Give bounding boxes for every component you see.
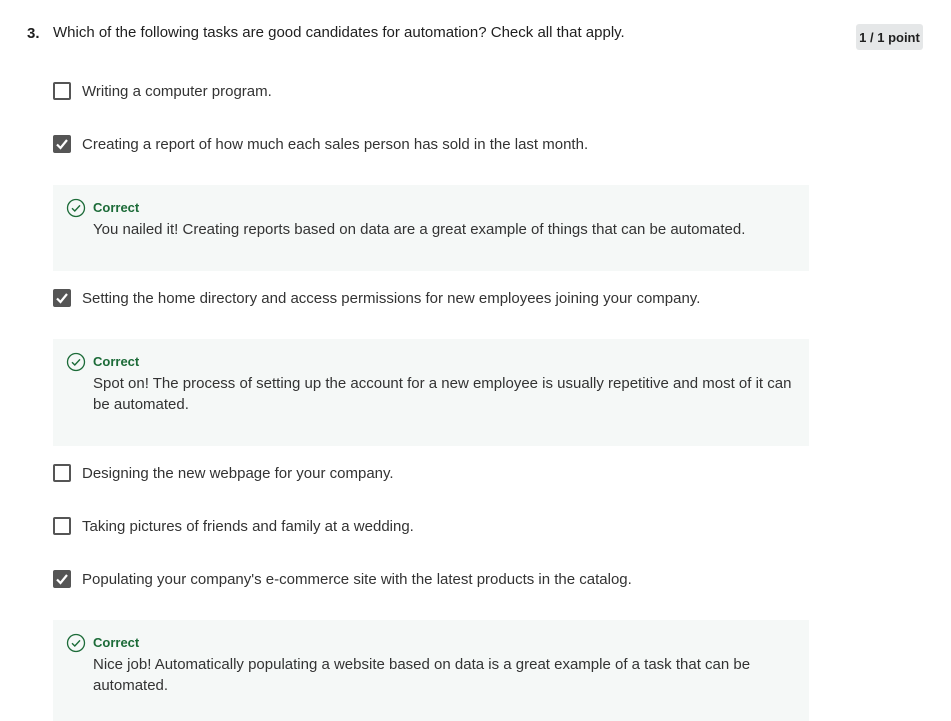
checkbox[interactable] (53, 464, 71, 482)
question-number: 3. (27, 25, 40, 42)
option-label: Populating your company's e-commerce sit… (82, 570, 632, 588)
option-label: Taking pictures of friends and family at… (82, 517, 414, 535)
option-3[interactable]: Setting the home directory and access pe… (53, 289, 700, 307)
checkbox[interactable] (53, 289, 71, 307)
checkmark-icon (56, 293, 68, 304)
option-label: Creating a report of how much each sales… (82, 135, 589, 153)
feedback-box: Correct You nailed it! Creating reports … (53, 185, 809, 271)
feedback-box: Correct Spot on! The process of setting … (53, 339, 809, 446)
checkbox[interactable] (53, 570, 71, 588)
checkmark-icon (56, 139, 68, 150)
feedback-title: Correct (93, 200, 140, 215)
checkbox[interactable] (53, 82, 71, 100)
checkbox[interactable] (53, 517, 71, 535)
check-circle-icon (66, 352, 86, 372)
feedback-text: Nice job! Automatically populating a web… (93, 656, 751, 694)
score-badge: 1 / 1 point (856, 24, 923, 50)
option-1[interactable]: Writing a computer program. (53, 82, 272, 100)
check-circle-icon (66, 633, 86, 653)
option-4[interactable]: Designing the new webpage for your compa… (53, 464, 394, 482)
option-label: Setting the home directory and access pe… (82, 289, 701, 307)
feedback-text: You nailed it! Creating reports based on… (93, 221, 746, 238)
check-circle-icon (66, 198, 86, 218)
option-2[interactable]: Creating a report of how much each sales… (53, 135, 588, 153)
option-5[interactable]: Taking pictures of friends and family at… (53, 517, 414, 535)
feedback-text: Spot on! The process of setting up the a… (93, 375, 792, 413)
checkmark-icon (56, 574, 68, 585)
feedback-title: Correct (93, 354, 140, 369)
option-label: Designing the new webpage for your compa… (82, 464, 394, 482)
option-label: Writing a computer program. (82, 82, 272, 100)
question-text: Which of the following tasks are good ca… (53, 24, 625, 41)
option-6[interactable]: Populating your company's e-commerce sit… (53, 570, 632, 588)
feedback-title: Correct (93, 635, 140, 650)
feedback-box: Correct Nice job! Automatically populati… (53, 620, 809, 721)
checkbox[interactable] (53, 135, 71, 153)
